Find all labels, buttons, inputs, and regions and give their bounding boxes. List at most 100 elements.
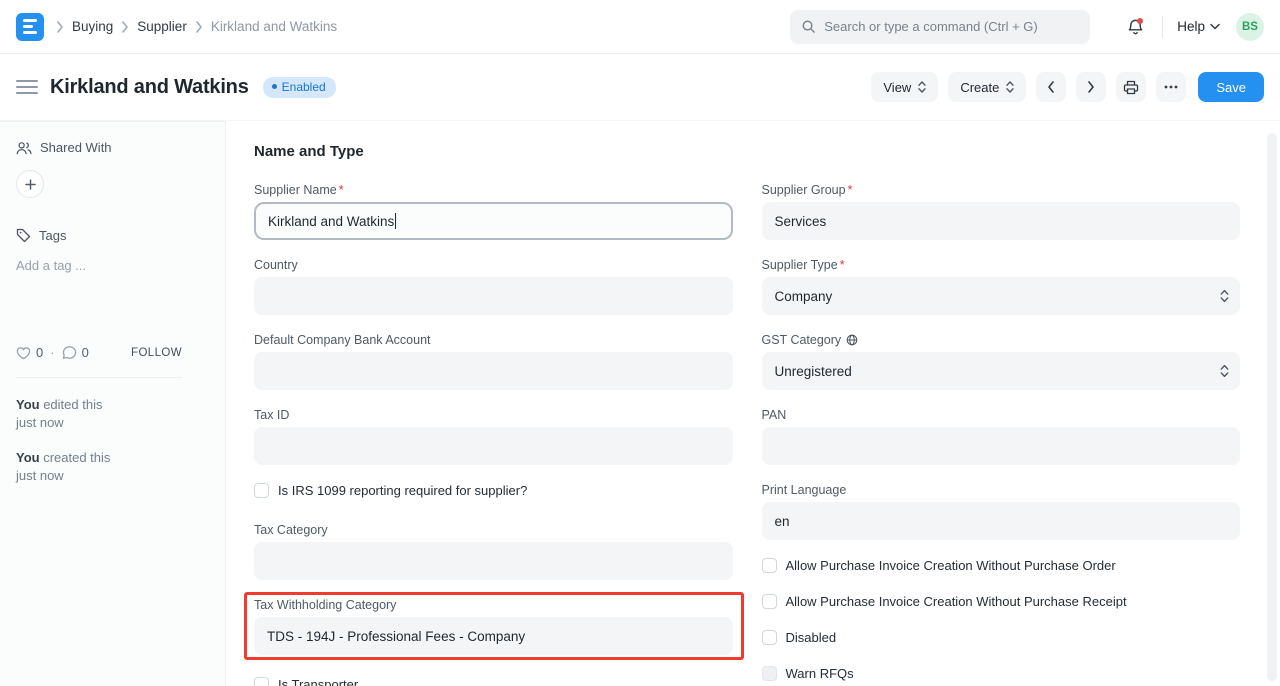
tax-withholding-value: TDS - 194J - Professional Fees - Company bbox=[267, 629, 525, 644]
tax-id-label: Tax ID bbox=[254, 408, 733, 422]
tags-label: Tags bbox=[39, 228, 66, 243]
default-bank-label: Default Company Bank Account bbox=[254, 333, 733, 347]
country-input[interactable] bbox=[254, 277, 733, 315]
shared-with-section: Shared With bbox=[16, 140, 182, 155]
warn-rfqs-checkbox-row: Warn RFQs bbox=[762, 666, 1241, 681]
add-share-button[interactable] bbox=[16, 170, 44, 198]
country-label: Country bbox=[254, 258, 733, 272]
disabled-label: Disabled bbox=[786, 630, 837, 645]
divider bbox=[16, 377, 182, 378]
required-marker: * bbox=[339, 183, 344, 197]
supplier-group-label: Supplier Group bbox=[762, 183, 846, 197]
like-count[interactable]: 0 bbox=[36, 345, 43, 360]
sidebar-toggle-icon[interactable] bbox=[16, 80, 38, 94]
status-badge: Enabled bbox=[263, 77, 336, 98]
pan-label: PAN bbox=[762, 408, 1241, 422]
print-button[interactable] bbox=[1116, 72, 1146, 102]
activity-time: just now bbox=[16, 468, 64, 483]
disabled-checkbox[interactable] bbox=[762, 630, 777, 645]
is-transporter-label: Is Transporter bbox=[278, 677, 358, 686]
next-record-button[interactable] bbox=[1076, 72, 1106, 102]
activity-time: just now bbox=[16, 415, 64, 430]
breadcrumb-supplier[interactable]: Supplier bbox=[137, 19, 187, 34]
supplier-name-label: Supplier Name bbox=[254, 183, 337, 197]
chevron-right-icon bbox=[121, 21, 129, 33]
irs-1099-checkbox-row[interactable]: Is IRS 1099 reporting required for suppl… bbox=[254, 483, 733, 498]
supplier-type-select[interactable]: Company bbox=[762, 277, 1241, 315]
allow-pi-without-pr-label: Allow Purchase Invoice Creation Without … bbox=[786, 594, 1127, 609]
is-transporter-checkbox[interactable] bbox=[254, 677, 269, 686]
activity-created: You created this just now bbox=[16, 449, 182, 485]
top-navbar: Buying Supplier Kirkland and Watkins Sea… bbox=[0, 0, 1280, 54]
divider bbox=[1162, 16, 1163, 38]
previous-record-button[interactable] bbox=[1036, 72, 1066, 102]
ellipsis-icon bbox=[1164, 85, 1178, 89]
tax-id-input[interactable] bbox=[254, 427, 733, 465]
view-button[interactable]: View bbox=[871, 72, 938, 102]
field-tax-withholding-category: Tax Withholding Category TDS - 194J - Pr… bbox=[254, 598, 733, 655]
heart-icon[interactable] bbox=[16, 346, 31, 360]
print-language-input[interactable]: en bbox=[762, 502, 1241, 540]
app-logo-icon[interactable] bbox=[16, 13, 44, 41]
user-avatar[interactable]: BS bbox=[1236, 13, 1264, 41]
search-icon bbox=[801, 19, 816, 34]
required-marker: * bbox=[848, 183, 853, 197]
is-transporter-checkbox-row[interactable]: Is Transporter bbox=[254, 677, 733, 686]
tax-category-input[interactable] bbox=[254, 542, 733, 580]
activity-actor: You bbox=[16, 450, 40, 465]
select-chevrons-icon bbox=[1220, 365, 1229, 378]
chevron-down-icon bbox=[1210, 23, 1220, 30]
allow-pi-without-po-checkbox[interactable] bbox=[762, 558, 777, 573]
create-button-label: Create bbox=[960, 80, 999, 95]
field-pan: PAN bbox=[762, 408, 1241, 465]
breadcrumb-current: Kirkland and Watkins bbox=[211, 19, 337, 34]
pan-input[interactable] bbox=[762, 427, 1241, 465]
supplier-name-input[interactable]: Kirkland and Watkins bbox=[254, 202, 733, 240]
notifications-bell-icon[interactable] bbox=[1118, 10, 1152, 44]
chevron-right-icon bbox=[56, 21, 64, 33]
text-caret bbox=[395, 213, 396, 229]
irs-1099-label: Is IRS 1099 reporting required for suppl… bbox=[278, 483, 527, 498]
field-supplier-group: Supplier Group* Services bbox=[762, 183, 1241, 240]
more-menu-button[interactable] bbox=[1156, 72, 1186, 102]
status-badge-label: Enabled bbox=[282, 80, 326, 94]
field-supplier-type: Supplier Type* Company bbox=[762, 258, 1241, 315]
tags-section: Tags bbox=[16, 228, 182, 243]
follow-button[interactable]: FOLLOW bbox=[131, 347, 182, 359]
allow-pi-without-pr-checkbox-row[interactable]: Allow Purchase Invoice Creation Without … bbox=[762, 594, 1241, 609]
chevron-right-icon bbox=[195, 21, 203, 33]
help-menu[interactable]: Help bbox=[1177, 19, 1220, 34]
status-dot-icon bbox=[272, 84, 277, 89]
gst-category-select[interactable]: Unregistered bbox=[762, 352, 1241, 390]
page-title: Kirkland and Watkins bbox=[50, 76, 249, 99]
activity-action: created this bbox=[40, 450, 111, 465]
create-button[interactable]: Create bbox=[948, 72, 1026, 102]
disabled-checkbox-row[interactable]: Disabled bbox=[762, 630, 1241, 645]
field-print-language: Print Language en bbox=[762, 483, 1241, 540]
allow-pi-without-po-checkbox-row[interactable]: Allow Purchase Invoice Creation Without … bbox=[762, 558, 1241, 573]
chevron-left-icon bbox=[1047, 81, 1055, 93]
vertical-scrollbar[interactable] bbox=[1267, 133, 1277, 681]
allow-pi-without-pr-checkbox[interactable] bbox=[762, 594, 777, 609]
chevron-right-icon bbox=[1087, 81, 1095, 93]
save-button[interactable]: Save bbox=[1198, 72, 1264, 102]
field-tax-category: Tax Category bbox=[254, 523, 733, 580]
irs-1099-checkbox[interactable] bbox=[254, 483, 269, 498]
globe-icon bbox=[846, 334, 858, 346]
print-language-label: Print Language bbox=[762, 483, 1241, 497]
shared-with-label: Shared With bbox=[40, 140, 112, 155]
search-placeholder: Search or type a command (Ctrl + G) bbox=[824, 19, 1038, 34]
supplier-group-input[interactable]: Services bbox=[762, 202, 1241, 240]
breadcrumb-buying[interactable]: Buying bbox=[72, 19, 113, 34]
tax-withholding-input[interactable]: TDS - 194J - Professional Fees - Company bbox=[254, 617, 733, 655]
field-gst-category: GST Category Unregistered bbox=[762, 333, 1241, 390]
plus-icon bbox=[25, 179, 36, 190]
comment-icon[interactable] bbox=[62, 346, 77, 360]
global-search-input[interactable]: Search or type a command (Ctrl + G) bbox=[790, 10, 1090, 44]
users-icon bbox=[16, 141, 32, 155]
select-chevrons-icon bbox=[1006, 81, 1014, 93]
add-tag-input[interactable]: Add a tag ... bbox=[16, 258, 182, 273]
gst-category-label: GST Category bbox=[762, 333, 842, 347]
comment-count[interactable]: 0 bbox=[82, 345, 89, 360]
default-bank-input[interactable] bbox=[254, 352, 733, 390]
